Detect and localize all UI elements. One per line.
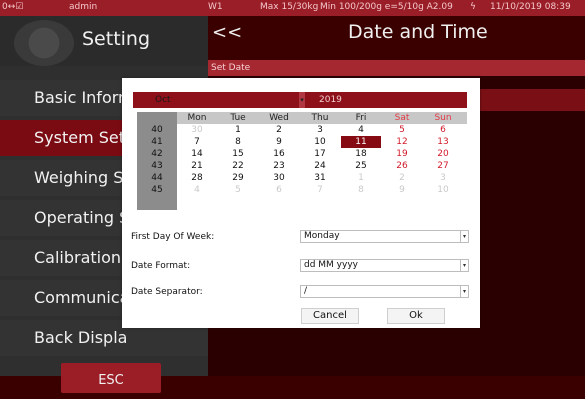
calendar-day[interactable]: 2: [259, 124, 299, 136]
calendar-day[interactable]: 30: [259, 172, 299, 184]
calendar-day[interactable]: 21: [177, 160, 217, 172]
first-day-value: Monday: [304, 231, 340, 241]
calendar-day[interactable]: 10: [300, 136, 340, 148]
calendar-day[interactable]: 4: [177, 184, 217, 196]
weekday-header: Sun: [434, 113, 452, 123]
calendar-day[interactable]: 25: [341, 160, 381, 172]
calendar-day[interactable]: 23: [259, 160, 299, 172]
calendar-day[interactable]: 17: [300, 148, 340, 160]
calendar-day[interactable]: 6: [259, 184, 299, 196]
date-format-value: dd MM yyyy: [304, 260, 358, 270]
calendar-day[interactable]: 1: [218, 124, 258, 136]
calendar-day[interactable]: 12: [382, 136, 422, 148]
weekday-header: Thu: [311, 113, 329, 123]
calendar-day[interactable]: 7: [300, 184, 340, 196]
calendar-day[interactable]: 11: [341, 136, 381, 148]
date-format-label: Date Format:: [131, 261, 191, 271]
content-header: << Date and Time: [208, 16, 585, 60]
section-title: Set Date: [208, 60, 585, 76]
calendar-day[interactable]: 15: [218, 148, 258, 160]
week-number: 45: [151, 185, 163, 195]
calendar-day[interactable]: 29: [218, 172, 258, 184]
calendar-day[interactable]: 9: [259, 136, 299, 148]
calendar-day[interactable]: 5: [382, 124, 422, 136]
sidebar-header: Setting: [0, 16, 208, 66]
calendar-day[interactable]: 13: [423, 136, 463, 148]
week-number: 41: [151, 137, 163, 147]
month-select[interactable]: Oct: [133, 92, 299, 108]
calendar-day[interactable]: 28: [177, 172, 217, 184]
status-bar: 0↔☑ admin W1 Max 15/30kg Min 100/200g e=…: [0, 0, 585, 16]
date-separator-value: /: [304, 286, 308, 296]
back-button[interactable]: <<: [212, 22, 242, 43]
calendar-day[interactable]: 16: [259, 148, 299, 160]
first-day-label: First Day Of Week:: [131, 232, 215, 242]
date-field-background: [462, 89, 585, 111]
calendar-day[interactable]: 6: [423, 124, 463, 136]
status-user: admin: [69, 2, 98, 12]
weekday-header: Fri: [355, 113, 367, 123]
calendar-day[interactable]: 7: [177, 136, 217, 148]
status-icons: 0↔☑: [2, 2, 24, 12]
calendar-day[interactable]: 3: [423, 172, 463, 184]
calendar-day[interactable]: 3: [300, 124, 340, 136]
status-bolt-icon: ϟ: [470, 2, 476, 12]
chevron-down-icon: ▾: [460, 231, 468, 242]
weekday-header: Sat: [394, 113, 410, 123]
calendar-day[interactable]: 9: [382, 184, 422, 196]
date-format-select[interactable]: dd MM yyyy ▾: [300, 259, 469, 272]
calendar-day[interactable]: 5: [218, 184, 258, 196]
calendar-day[interactable]: 1: [341, 172, 381, 184]
page-title: Date and Time: [348, 21, 488, 43]
date-separator-select[interactable]: / ▾: [300, 285, 469, 298]
status-min: Min 100/200g e=5/10g A2.09: [320, 2, 453, 12]
calendar-day[interactable]: 22: [218, 160, 258, 172]
weekday-header: Wed: [269, 113, 289, 123]
calendar-day[interactable]: 2: [382, 172, 422, 184]
week-number: 42: [151, 149, 163, 159]
year-select[interactable]: 2019: [305, 92, 467, 108]
first-day-select[interactable]: Monday ▾: [300, 230, 469, 243]
month-year-bar: Oct ▾ 2019: [133, 92, 467, 108]
calendar-day[interactable]: 18: [341, 148, 381, 160]
calendar-day[interactable]: 30: [177, 124, 217, 136]
date-separator-label: Date Separator:: [131, 287, 203, 297]
calendar-day[interactable]: 4: [341, 124, 381, 136]
calendar-day[interactable]: 8: [218, 136, 258, 148]
status-max: Max 15/30kg: [260, 2, 319, 12]
gear-icon: [14, 20, 74, 66]
calendar-day[interactable]: 10: [423, 184, 463, 196]
calendar-day[interactable]: 20: [423, 148, 463, 160]
esc-button[interactable]: ESC: [61, 363, 161, 393]
weekday-header: Tue: [230, 113, 246, 123]
week-number: 40: [151, 125, 163, 135]
chevron-down-icon: ▾: [460, 260, 468, 271]
ok-button[interactable]: Ok: [387, 308, 445, 324]
cancel-button[interactable]: Cancel: [301, 308, 359, 324]
calendar-day[interactable]: 24: [300, 160, 340, 172]
calendar-day[interactable]: 19: [382, 148, 422, 160]
week-number: 43: [151, 161, 163, 171]
calendar-day[interactable]: 27: [423, 160, 463, 172]
weekday-header: Mon: [187, 113, 207, 123]
calendar-day[interactable]: 14: [177, 148, 217, 160]
calendar-day[interactable]: 31: [300, 172, 340, 184]
status-scale: W1: [208, 2, 223, 12]
status-datetime: 11/10/2019 08:39: [490, 2, 571, 12]
chevron-down-icon: ▾: [460, 286, 468, 297]
week-number: 44: [151, 173, 163, 183]
calendar-day[interactable]: 26: [382, 160, 422, 172]
sidebar-title: Setting: [82, 28, 151, 50]
calendar-day[interactable]: 8: [341, 184, 381, 196]
date-picker-dialog: Oct ▾ 2019 Mon Tue Wed Thu Fri Sat Sun 40 30 1 2 3 4…: [122, 78, 480, 328]
